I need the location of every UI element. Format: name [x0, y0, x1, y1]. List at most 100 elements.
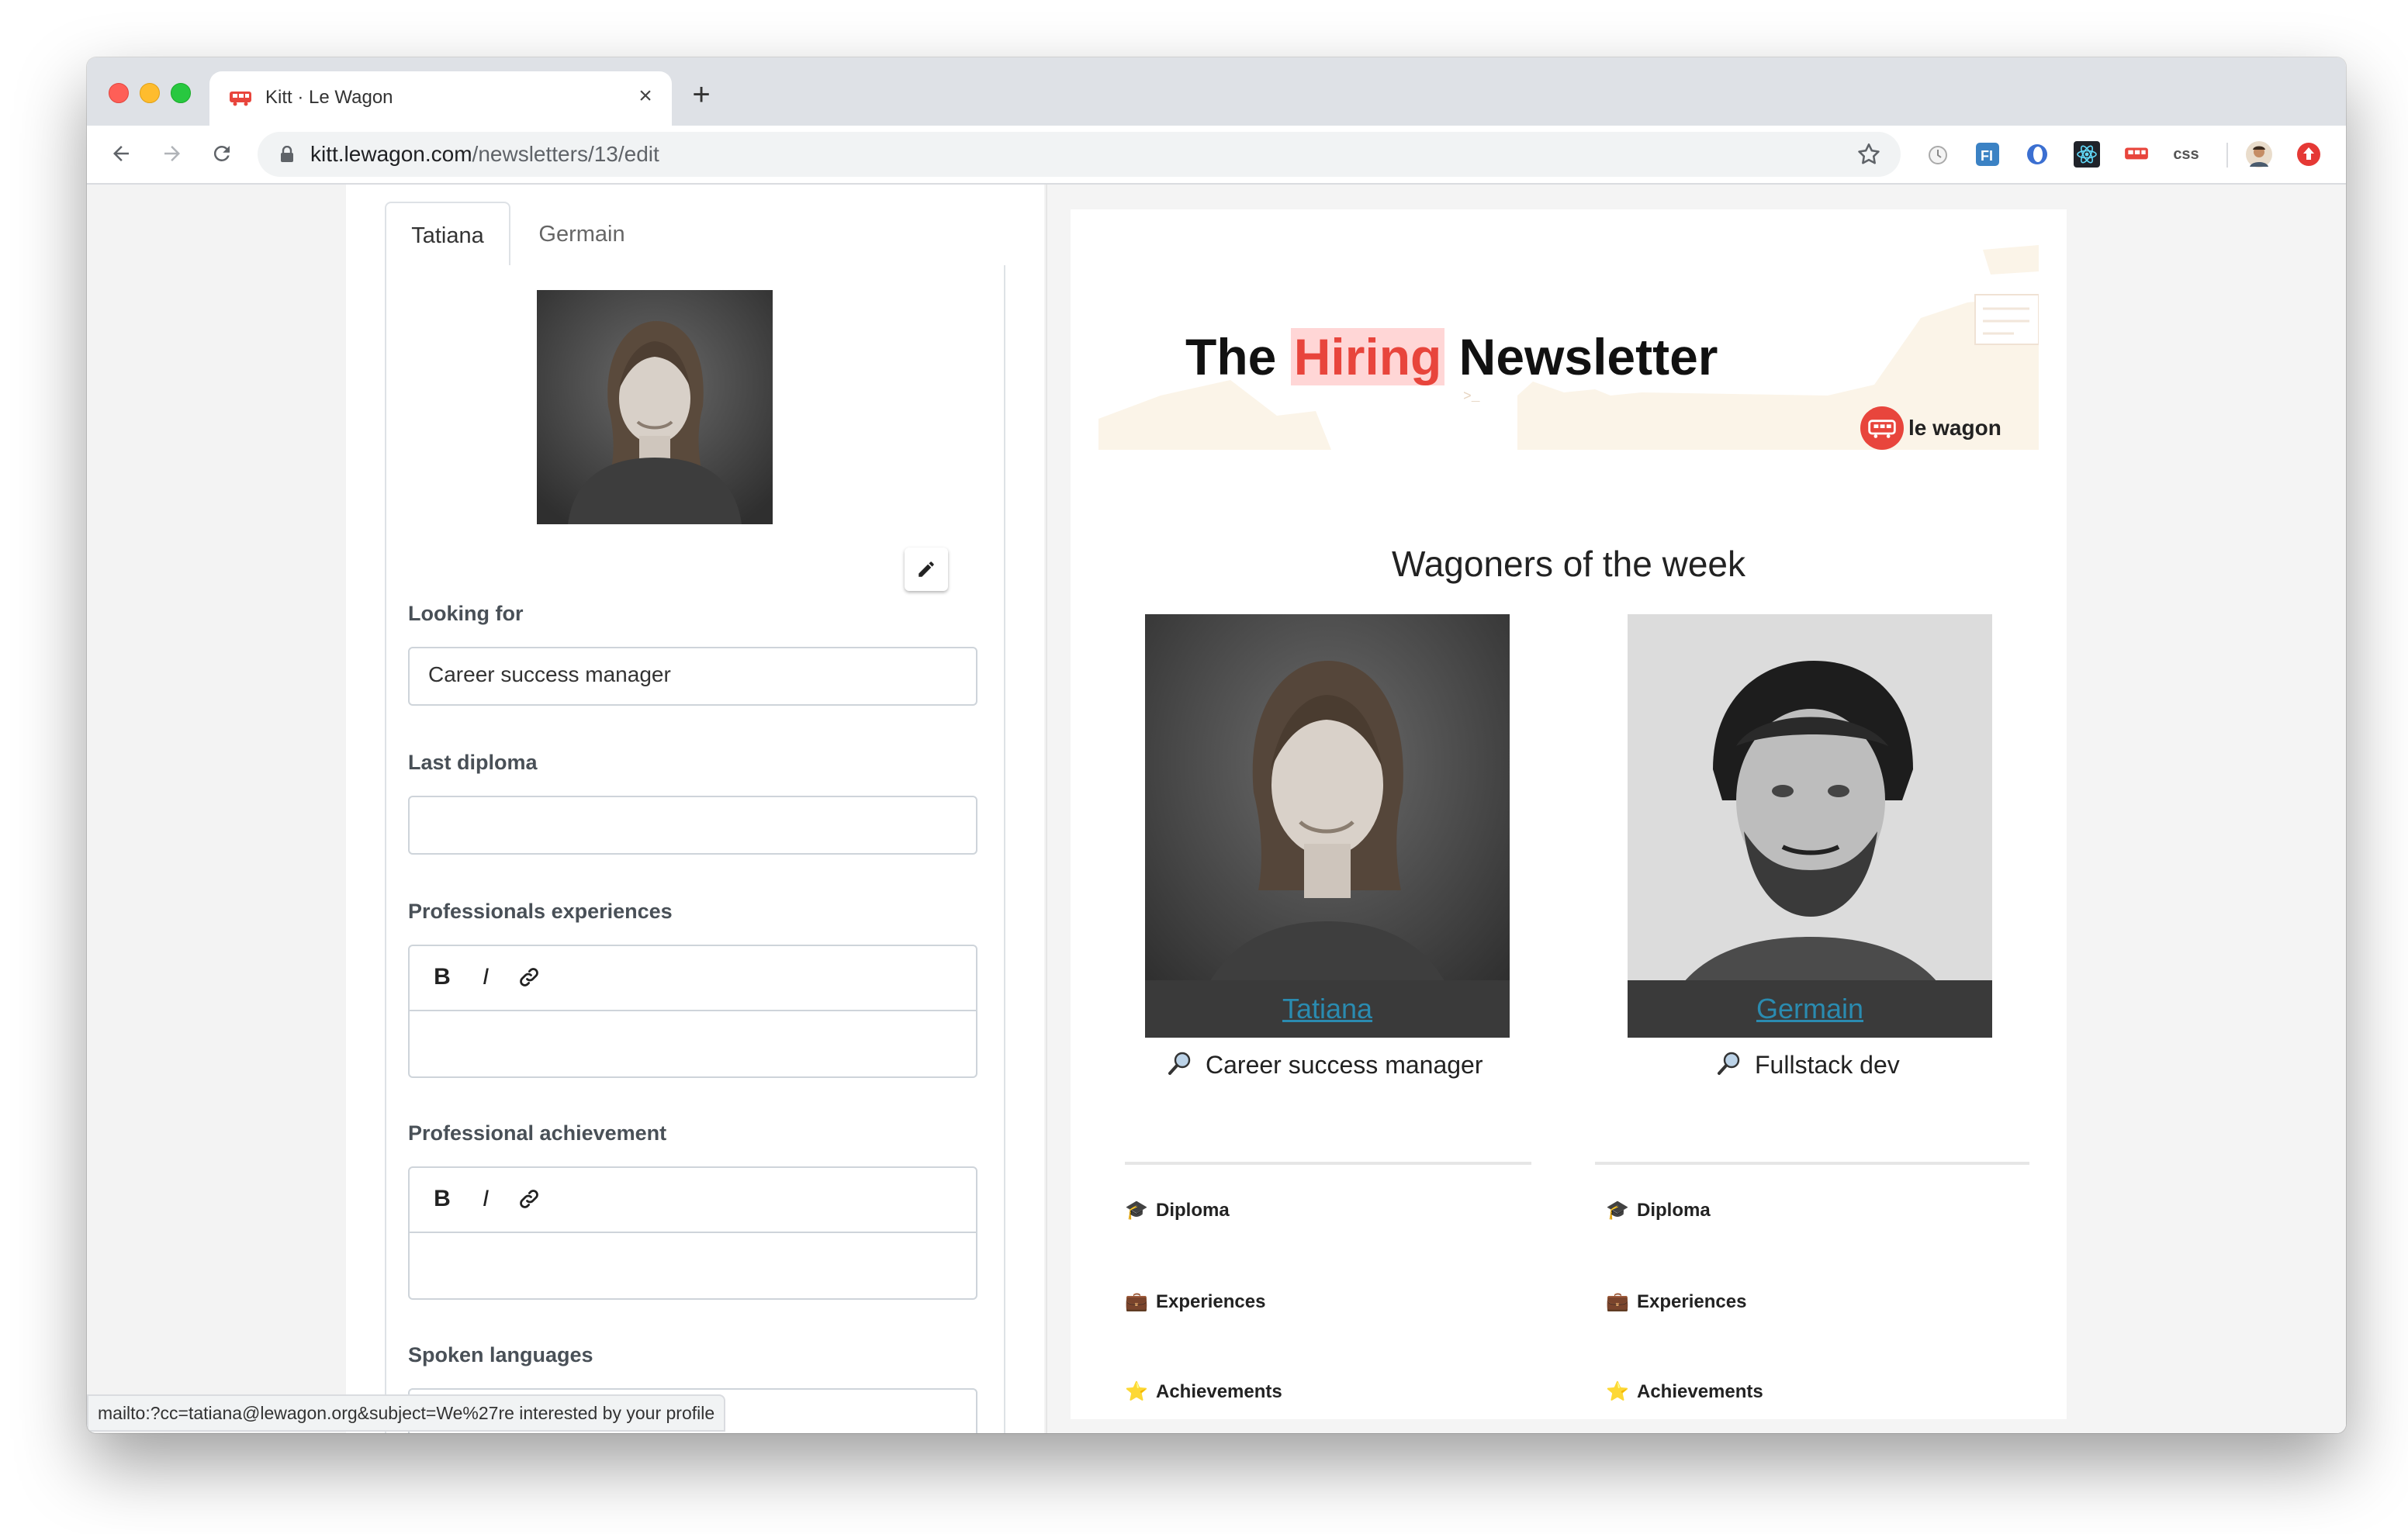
portrait-man-image: [1628, 614, 1992, 1038]
looking-for-label: Looking for: [408, 602, 524, 625]
reload-button[interactable]: [205, 136, 239, 171]
alarm-icon[interactable]: [1924, 140, 1952, 168]
editor-text-area[interactable]: [410, 1233, 976, 1298]
editor-panel: Tatiana Germain Looking for Career succe…: [346, 185, 1044, 1433]
maximize-window-button[interactable]: [171, 83, 191, 103]
last-diploma-input[interactable]: [408, 796, 977, 855]
magnifier-icon: [1718, 1052, 1740, 1075]
link-icon: [520, 1190, 538, 1208]
professional-achievement-label: Professional achievement: [408, 1121, 667, 1145]
wagoner-name-bar: Germain: [1628, 980, 1992, 1038]
upload-icon[interactable]: [2295, 140, 2323, 168]
back-button[interactable]: [104, 136, 138, 171]
star-icon: ⭐: [1606, 1381, 1629, 1402]
page-content: Tatiana Germain Looking for Career succe…: [87, 185, 2346, 1433]
diploma-section: 🎓 Diploma: [1606, 1200, 1711, 1221]
react-icon[interactable]: [2073, 140, 2101, 168]
link-button[interactable]: [514, 962, 545, 993]
title-pre: The: [1185, 328, 1291, 385]
edit-photo-button[interactable]: [905, 548, 948, 591]
briefcase-icon: 💼: [1125, 1291, 1148, 1312]
looking-for-input[interactable]: Career success manager: [408, 647, 977, 706]
url-path: /newsletters/13/edit: [472, 142, 659, 166]
experiences-section: 💼 Experiences: [1606, 1291, 1747, 1312]
wagoner-role-text: Fullstack dev: [1755, 1051, 1900, 1079]
briefcase-icon: 💼: [1606, 1291, 1629, 1312]
lock-icon: [281, 146, 293, 162]
last-diploma-label: Last diploma: [408, 751, 538, 774]
spoken-languages-label: Spoken languages: [408, 1343, 593, 1366]
opera-icon[interactable]: [2023, 140, 2051, 168]
tab-germain[interactable]: Germain: [512, 202, 652, 267]
browser-window: Kitt · Le Wagon × + kitt.lewagon.com/new…: [87, 57, 2346, 1433]
achievements-section: ⭐ Achievements: [1125, 1381, 1282, 1402]
title-post: Newsletter: [1444, 328, 1718, 385]
wagoner-role-text: Career success manager: [1206, 1051, 1483, 1079]
profile-photo: [537, 290, 773, 524]
wagoner-card: Germain: [1628, 614, 1992, 1038]
link-status-bar: mailto:?cc=tatiana@lewagon.org&subject=W…: [87, 1394, 726, 1432]
tab-title: Kitt · Le Wagon: [265, 87, 393, 108]
ff-icon[interactable]: FI: [1974, 140, 2001, 168]
wagon-icon[interactable]: [2123, 140, 2150, 168]
divider: [1595, 1162, 2029, 1165]
professional-achievement-editor: B I: [408, 1166, 977, 1300]
avatar[interactable]: [2245, 140, 2273, 168]
wagon-logo-icon: [1860, 406, 1904, 450]
newsletter-preview: >_ The Hiring Newsletter le wagon Wagone…: [1071, 209, 2067, 1419]
forward-arrow-icon: [164, 146, 180, 161]
experiences-section: 💼 Experiences: [1125, 1291, 1266, 1312]
title-highlight: Hiring: [1290, 328, 1445, 385]
magnifier-icon: [1168, 1052, 1191, 1075]
url-host: kitt.lewagon.com: [310, 142, 472, 166]
le-wagon-wordmark: le wagon: [1908, 416, 2001, 440]
portrait-woman-image: [537, 290, 773, 524]
italic-button[interactable]: I: [470, 1183, 501, 1214]
divider: [1125, 1162, 1531, 1165]
url-text: kitt.lewagon.com/newsletters/13/edit: [310, 142, 659, 167]
link-button[interactable]: [514, 1183, 545, 1214]
browser-tab-active[interactable]: Kitt · Le Wagon ×: [209, 71, 672, 126]
back-arrow-icon: [113, 146, 129, 161]
close-tab-icon[interactable]: ×: [631, 82, 659, 110]
professional-experiences-editor: B I: [408, 945, 977, 1078]
star-icon: ⭐: [1125, 1381, 1148, 1402]
newsletter-preview-panel: >_ The Hiring Newsletter le wagon Wagone…: [1046, 185, 2346, 1433]
link-icon: [520, 968, 538, 986]
wagoner-name-link[interactable]: Germain: [1756, 993, 1863, 1024]
editor-text-area[interactable]: [410, 1011, 976, 1076]
professional-experiences-label: Professionals experiences: [408, 900, 673, 923]
toolbar-separator: [2226, 143, 2228, 168]
diploma-section: 🎓 Diploma: [1125, 1200, 1230, 1221]
newsletter-banner: >_ The Hiring Newsletter le wagon: [1098, 240, 2039, 450]
wagoner-name-link[interactable]: Tatiana: [1282, 993, 1372, 1024]
bold-button[interactable]: B: [427, 962, 458, 993]
newsletter-title: The Hiring Newsletter: [1185, 327, 1718, 386]
tab-strip: Kitt · Le Wagon × +: [87, 57, 2346, 126]
wagoners-of-the-week-heading: Wagoners of the week: [1392, 544, 1745, 584]
minimize-window-button[interactable]: [140, 83, 160, 103]
browser-toolbar: kitt.lewagon.com/newsletters/13/edit FI …: [87, 126, 2346, 185]
wagon-favicon-icon: [230, 92, 251, 106]
forward-button[interactable]: [155, 136, 189, 171]
wagoner-card: Tatiana: [1145, 614, 1510, 1038]
italic-button[interactable]: I: [470, 962, 501, 993]
close-window-button[interactable]: [109, 83, 129, 103]
reload-icon: [213, 145, 230, 161]
css-icon[interactable]: css: [2172, 140, 2200, 168]
new-tab-button[interactable]: +: [684, 78, 718, 112]
graduation-cap-icon: 🎓: [1606, 1200, 1629, 1221]
editor-toolbar: B I: [410, 1168, 976, 1233]
person-tabs: Tatiana Germain: [385, 202, 1005, 267]
address-bar[interactable]: kitt.lewagon.com/newsletters/13/edit: [258, 132, 1901, 177]
bookmark-star-icon[interactable]: [1856, 141, 1882, 168]
wagoner-role: Fullstack dev: [1716, 1050, 1900, 1080]
tab-tatiana[interactable]: Tatiana: [385, 202, 510, 267]
achievements-section: ⭐ Achievements: [1606, 1381, 1763, 1402]
le-wagon-logo: le wagon: [1860, 406, 2001, 450]
pencil-icon: [919, 561, 934, 577]
editor-toolbar: B I: [410, 946, 976, 1011]
bold-button[interactable]: B: [427, 1183, 458, 1214]
portrait-woman-image: [1145, 614, 1510, 1038]
wagoner-role: Career success manager: [1167, 1050, 1483, 1080]
